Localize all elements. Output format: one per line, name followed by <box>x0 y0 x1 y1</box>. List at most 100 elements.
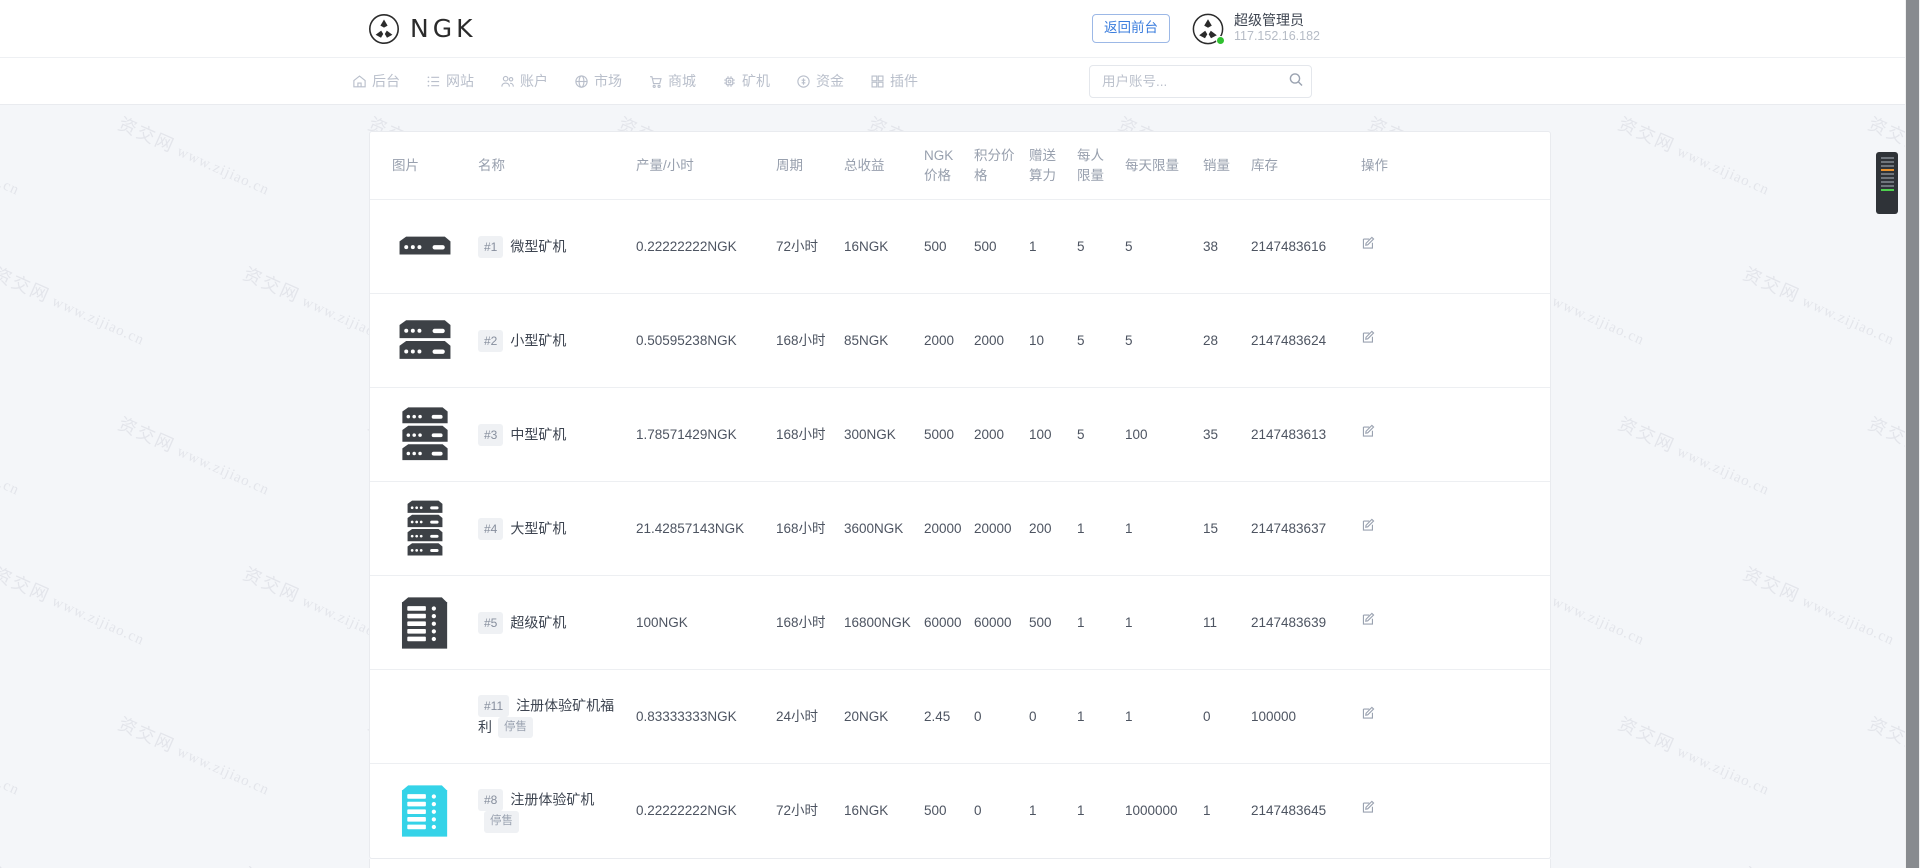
ngk-triangle-logo-icon <box>368 13 400 45</box>
miner-thumbnail <box>392 216 470 278</box>
table-row: #5超级矿机 100NGK 168小时 16800NGK 60000 60000… <box>370 576 1550 670</box>
cell-name: #4大型矿机 <box>478 482 636 576</box>
nav-item-market[interactable]: 市场 <box>572 67 624 95</box>
search-input[interactable] <box>1089 65 1312 98</box>
cell-per-day-limit: 100 <box>1125 388 1203 482</box>
cell-per-person-limit: 1 <box>1077 576 1125 670</box>
miner-name: 注册体验矿机 <box>510 792 594 808</box>
cell-name: #3中型矿机 <box>478 388 636 482</box>
user-info: 超级管理员 117.152.16.182 <box>1234 12 1320 45</box>
widget-bar <box>1881 165 1894 167</box>
list-icon <box>426 74 441 89</box>
search-button[interactable] <box>1288 72 1304 91</box>
cell-total-income: 16NGK <box>844 200 924 294</box>
cell-name: #5超级矿机 <box>478 576 636 670</box>
top-bar-right: 返回前台 超级管理员 117.152.16.182 <box>1092 12 1320 45</box>
cell-total-income: 16NGK <box>844 764 924 858</box>
col-per-day-limit: 每天限量 <box>1125 132 1203 200</box>
widget-bar <box>1881 173 1894 175</box>
cell-point-price: 0 <box>974 670 1029 764</box>
cell-ngk-price: 5000 <box>924 388 974 482</box>
miner-thumbnail <box>392 780 470 842</box>
col-image: 图片 <box>370 132 478 200</box>
edit-miner-button[interactable] <box>1361 330 1376 345</box>
miner-name: 小型矿机 <box>510 332 566 348</box>
cell-per-day-limit: 5 <box>1125 294 1203 388</box>
cell-sales: 1 <box>1203 764 1251 858</box>
cell-cycle: 168小时 <box>776 576 844 670</box>
cell-per-day-limit: 1 <box>1125 482 1203 576</box>
col-cycle: 周期 <box>776 132 844 200</box>
widget-bar-ok <box>1881 189 1894 191</box>
search-icon <box>1288 72 1304 91</box>
nav-item-shop[interactable]: 商城 <box>646 67 698 95</box>
nav-label: 资金 <box>816 71 844 91</box>
widget-bar <box>1881 181 1894 183</box>
grid-icon <box>870 74 885 89</box>
table-footer <box>369 859 1551 868</box>
miner-name: 超级矿机 <box>510 614 566 630</box>
cell-ngk-price: 500 <box>924 764 974 858</box>
cell-gift-power: 1 <box>1029 200 1077 294</box>
users-icon <box>500 74 515 89</box>
col-output-per-hour: 产量/小时 <box>636 132 776 200</box>
cell-stock: 2147483639 <box>1251 576 1361 670</box>
cell-image <box>370 294 478 388</box>
cell-stock: 100000 <box>1251 670 1361 764</box>
cell-sales: 35 <box>1203 388 1251 482</box>
nav-label: 网站 <box>446 71 474 91</box>
user-profile[interactable]: 超级管理员 117.152.16.182 <box>1192 12 1320 45</box>
nav-label: 市场 <box>594 71 622 91</box>
chip-icon <box>722 74 737 89</box>
cell-sales: 38 <box>1203 200 1251 294</box>
cell-image <box>370 576 478 670</box>
cart-icon <box>648 74 663 89</box>
avatar[interactable] <box>1192 13 1224 45</box>
cell-stock: 2147483637 <box>1251 482 1361 576</box>
cell-action <box>1361 294 1550 388</box>
back-to-frontend-button[interactable]: 返回前台 <box>1092 14 1170 42</box>
cell-per-day-limit: 5 <box>1125 200 1203 294</box>
table-row: #8注册体验矿机停售 0.22222222NGK 72小时 16NGK 500 … <box>370 764 1550 858</box>
cell-sales: 15 <box>1203 482 1251 576</box>
nav-item-account[interactable]: 账户 <box>498 67 550 95</box>
cell-image <box>370 482 478 576</box>
edit-miner-button[interactable] <box>1361 424 1376 439</box>
cell-total-income: 3600NGK <box>844 482 924 576</box>
cell-output-per-hour: 0.83333333NGK <box>636 670 776 764</box>
table-header-row: 图片 名称 产量/小时 周期 总收益 NGK价格 积分价格 赠送算力 每人限量 … <box>370 132 1550 200</box>
cell-cycle: 168小时 <box>776 388 844 482</box>
edit-miner-button[interactable] <box>1361 706 1376 721</box>
cell-per-day-limit: 1000000 <box>1125 764 1203 858</box>
nav-item-backend[interactable]: 后台 <box>350 67 402 95</box>
cell-stock: 2147483613 <box>1251 388 1361 482</box>
edit-miner-button[interactable] <box>1361 612 1376 627</box>
cell-per-person-limit: 1 <box>1077 764 1125 858</box>
cell-stock: 2147483645 <box>1251 764 1361 858</box>
nav-item-plugins[interactable]: 插件 <box>868 67 920 95</box>
miner-name: 大型矿机 <box>510 520 566 536</box>
page-scrollbar-thumb[interactable] <box>1906 0 1919 868</box>
nav-item-funds[interactable]: 资金 <box>794 67 846 95</box>
cell-per-person-limit: 5 <box>1077 294 1125 388</box>
cell-ngk-price: 500 <box>924 200 974 294</box>
cell-gift-power: 0 <box>1029 670 1077 764</box>
cell-per-person-limit: 5 <box>1077 388 1125 482</box>
side-status-widget[interactable] <box>1876 152 1898 214</box>
edit-miner-button[interactable] <box>1361 518 1376 533</box>
table-row: #1微型矿机 0.22222222NGK 72小时 16NGK 500 500 … <box>370 200 1550 294</box>
cell-sales: 0 <box>1203 670 1251 764</box>
search-box <box>1089 65 1312 98</box>
cell-action <box>1361 200 1550 294</box>
edit-miner-button[interactable] <box>1361 236 1376 251</box>
table-row: #2小型矿机 0.50595238NGK 168小时 85NGK 2000 20… <box>370 294 1550 388</box>
nav-item-website[interactable]: 网站 <box>424 67 476 95</box>
nav-item-miner[interactable]: 矿机 <box>720 67 772 95</box>
edit-icon <box>1361 706 1376 721</box>
brand-logo[interactable]: NGK <box>368 13 476 45</box>
edit-miner-button[interactable] <box>1361 800 1376 815</box>
cell-action <box>1361 670 1550 764</box>
widget-bar <box>1881 185 1894 187</box>
cell-per-day-limit: 1 <box>1125 576 1203 670</box>
coin-icon <box>796 74 811 89</box>
